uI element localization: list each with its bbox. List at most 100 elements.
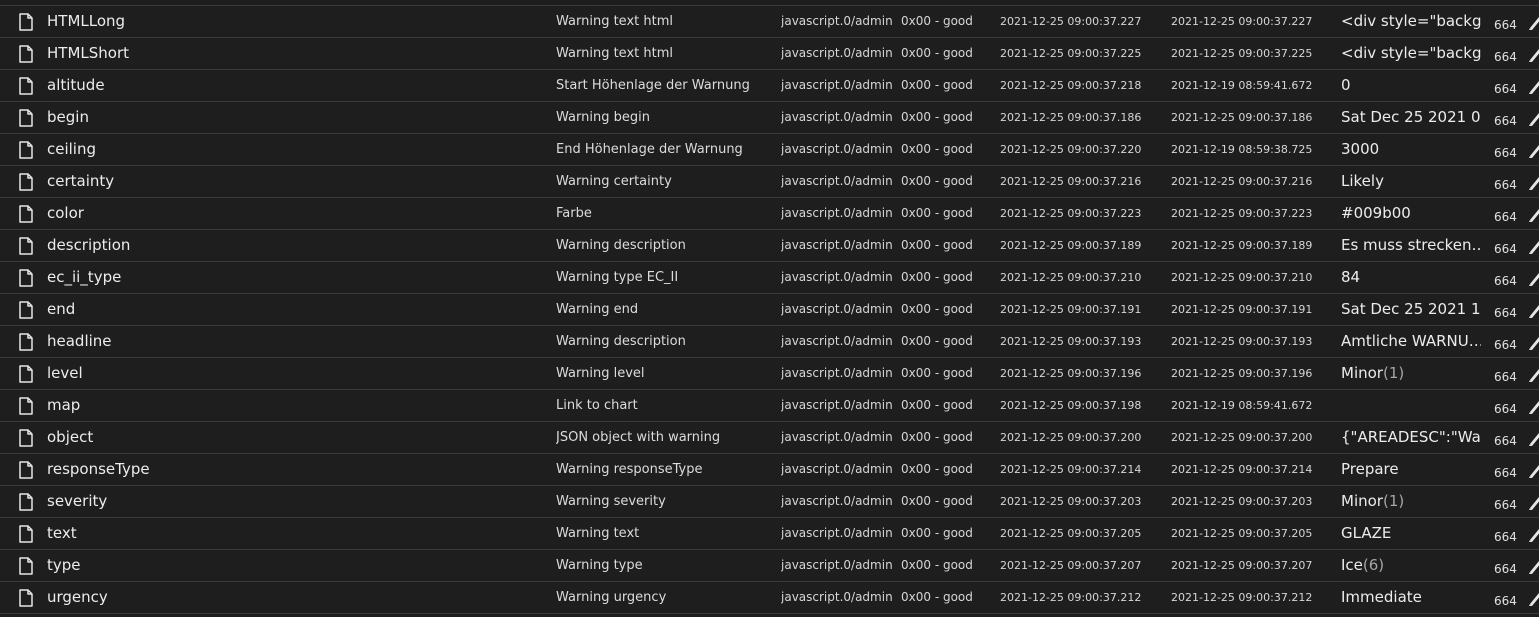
edit-pencil-icon[interactable] [1527,174,1539,190]
state-last-change: 2021-12-25 09:00:37.191 [1171,303,1313,316]
state-value[interactable]: Ice(6) [1341,550,1481,581]
state-value-annotation: (6) [1362,556,1385,574]
state-last-change: 2021-12-19 08:59:38.725 [1171,143,1313,156]
state-permission: 664 [1494,18,1517,32]
state-value[interactable]: #009b00 [1341,198,1481,229]
edit-pencil-icon[interactable] [1527,206,1539,222]
state-value[interactable]: Prepare [1341,454,1481,485]
table-row[interactable]: ceiling End Höhenlage der Warnung javasc… [0,134,1539,166]
table-row[interactable]: HTMLShort Warning text html javascript.0… [0,38,1539,70]
state-value[interactable]: <div style="backg… [1341,6,1481,37]
state-last-change: 2021-12-25 09:00:37.203 [1171,495,1313,508]
table-row[interactable]: description Warning description javascri… [0,230,1539,262]
state-quality: 0x00 - good [901,366,973,380]
state-value[interactable]: Minor(1) [1341,486,1481,517]
state-value[interactable]: 84 [1341,262,1481,293]
state-value-text: 0 [1341,76,1351,94]
table-row[interactable]: map Link to chart javascript.0/admin 0x0… [0,390,1539,422]
table-row[interactable]: certainty Warning certainty javascript.0… [0,166,1539,198]
state-value[interactable]: {"AREADESC":"Wa… [1341,422,1481,453]
state-quality: 0x00 - good [901,238,973,252]
file-icon [19,173,33,191]
state-value[interactable]: Immediate [1341,582,1481,613]
state-from: javascript.0/admin [781,270,893,284]
edit-pencil-icon[interactable] [1527,590,1539,606]
state-timestamp: 2021-12-25 09:00:37.193 [1000,335,1142,348]
state-quality: 0x00 - good [901,430,973,444]
state-name: type [47,556,81,574]
state-value-text: Immediate [1341,588,1422,606]
table-row[interactable]: severity Warning severity javascript.0/a… [0,486,1539,518]
edit-pencil-icon[interactable] [1527,46,1539,62]
edit-pencil-icon[interactable] [1527,462,1539,478]
file-icon [19,109,33,127]
state-value[interactable]: Es muss strecken… [1341,230,1481,261]
table-row[interactable]: level Warning level javascript.0/admin 0… [0,358,1539,390]
state-description: Warning description [556,238,686,253]
edit-pencil-icon[interactable] [1527,14,1539,30]
table-row[interactable]: begin Warning begin javascript.0/admin 0… [0,102,1539,134]
state-value[interactable]: Sat Dec 25 2021 1… [1341,294,1481,325]
state-timestamp: 2021-12-25 09:00:37.220 [1000,143,1142,156]
state-quality: 0x00 - good [901,494,973,508]
table-row[interactable]: end Warning end javascript.0/admin 0x00 … [0,294,1539,326]
state-value[interactable]: GLAZE [1341,518,1481,549]
edit-pencil-icon[interactable] [1527,398,1539,414]
state-last-change: 2021-12-25 09:00:37.186 [1171,111,1313,124]
file-icon [19,429,33,447]
edit-pencil-icon[interactable] [1527,110,1539,126]
state-timestamp: 2021-12-25 09:00:37.196 [1000,367,1142,380]
object-states-table: HTMLLong Warning text html javascript.0/… [0,0,1539,617]
edit-pencil-icon[interactable] [1527,494,1539,510]
table-row[interactable]: type Warning type javascript.0/admin 0x0… [0,550,1539,582]
state-value-annotation: (1) [1382,364,1405,382]
state-value[interactable]: Sat Dec 25 2021 0… [1341,102,1481,133]
state-from: javascript.0/admin [781,174,893,188]
state-value-text: Amtliche WARNU… [1341,332,1481,350]
state-timestamp: 2021-12-25 09:00:37.186 [1000,111,1142,124]
edit-pencil-icon[interactable] [1527,78,1539,94]
table-row[interactable]: urgency Warning urgency javascript.0/adm… [0,582,1539,614]
state-timestamp: 2021-12-25 09:00:37.225 [1000,47,1142,60]
state-value-text: Sat Dec 25 2021 0… [1341,108,1481,126]
state-timestamp: 2021-12-25 09:00:37.218 [1000,79,1142,92]
edit-pencil-icon[interactable] [1527,558,1539,574]
table-row[interactable]: headline Warning description javascript.… [0,326,1539,358]
state-from: javascript.0/admin [781,334,893,348]
state-value-text: <div style="backg… [1341,12,1481,30]
state-name: level [47,364,83,382]
edit-pencil-icon[interactable] [1527,430,1539,446]
state-value-text: 3000 [1341,140,1380,158]
file-icon [19,77,33,95]
state-name: urgency [47,588,108,606]
table-row[interactable]: color Farbe javascript.0/admin 0x00 - go… [0,198,1539,230]
table-row[interactable]: altitude Start Höhenlage der Warnung jav… [0,70,1539,102]
edit-pencil-icon[interactable] [1527,366,1539,382]
table-row[interactable]: HTMLLong Warning text html javascript.0/… [0,6,1539,38]
state-value[interactable] [1341,390,1481,421]
table-row[interactable]: text Warning text javascript.0/admin 0x0… [0,518,1539,550]
state-value[interactable]: Amtliche WARNU… [1341,326,1481,357]
state-last-change: 2021-12-25 09:00:37.200 [1171,431,1313,444]
state-value[interactable]: Minor(1) [1341,358,1481,389]
state-value[interactable]: <div style="backg… [1341,38,1481,69]
state-value[interactable]: 3000 [1341,134,1481,165]
edit-pencil-icon[interactable] [1527,526,1539,542]
state-description: Warning text html [556,46,673,61]
table-row[interactable]: object JSON object with warning javascri… [0,422,1539,454]
state-last-change: 2021-12-25 09:00:37.207 [1171,559,1313,572]
table-row[interactable]: ec_ii_type Warning type EC_II javascript… [0,262,1539,294]
table-row[interactable]: responseType Warning responseType javasc… [0,454,1539,486]
state-value[interactable]: Likely [1341,166,1481,197]
edit-pencil-icon[interactable] [1527,334,1539,350]
state-last-change: 2021-12-25 09:00:37.216 [1171,175,1313,188]
state-timestamp: 2021-12-25 09:00:37.214 [1000,463,1142,476]
state-permission: 664 [1494,498,1517,512]
state-name: color [47,204,84,222]
edit-pencil-icon[interactable] [1527,238,1539,254]
state-last-change: 2021-12-25 09:00:37.193 [1171,335,1313,348]
edit-pencil-icon[interactable] [1527,302,1539,318]
edit-pencil-icon[interactable] [1527,142,1539,158]
edit-pencil-icon[interactable] [1527,270,1539,286]
state-value[interactable]: 0 [1341,70,1481,101]
